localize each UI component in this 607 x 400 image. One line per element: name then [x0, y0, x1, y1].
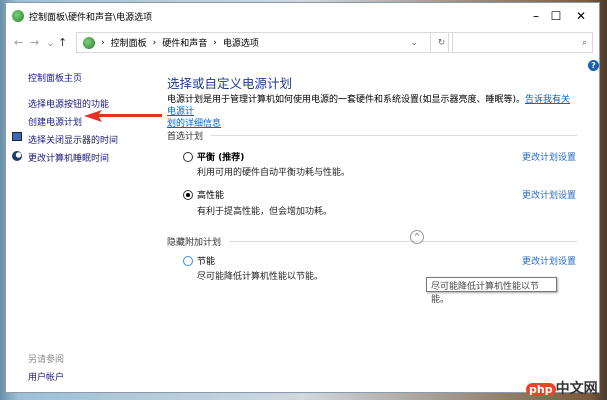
sidebar-home-link[interactable]: 控制面板主页 [28, 71, 82, 84]
power-plan-info-link-cont[interactable]: 划的详细信息 [167, 119, 221, 129]
description-text: 电源计划是用于管理计算机如何使用电源的一套硬件和系统设置(如显示器亮度、睡眠等)… [167, 95, 526, 105]
search-input[interactable]: ⌕ [448, 32, 593, 53]
help-icon[interactable]: ? [588, 60, 599, 71]
breadcrumb-hardware-sound[interactable]: 硬件和声音 [162, 36, 207, 49]
preferred-plans-header: 首选计划 [167, 129, 577, 142]
recent-locations-button[interactable]: ⌄ [46, 36, 58, 49]
up-button[interactable]: ↑ [58, 36, 74, 49]
plan-high-performance-radio[interactable] [183, 190, 193, 200]
plan-balanced-name[interactable]: 平衡 (推荐) [197, 150, 244, 163]
address-dropdown-button[interactable]: ⌄ [410, 38, 418, 48]
separator: › [101, 37, 105, 48]
moon-icon [12, 151, 22, 161]
sidebar-item-sleep[interactable]: 更改计算机睡眠时间 [28, 151, 109, 164]
user-accounts-link[interactable]: 用户帐户 [28, 370, 64, 383]
watermark-logo: php 中文网 [526, 378, 598, 398]
address-bar[interactable]: › 控制面板 › 硬件和声音 › 电源选项 ⌄ [76, 32, 431, 53]
window: 控制面板\硬件和声音\电源选项 – ☐ ✕ ← → ⌄ ↑ › 控制面板 › 硬… [5, 2, 600, 393]
navigation-bar: ← → ⌄ ↑ › 控制面板 › 硬件和声音 › 电源选项 ⌄ ↻ ⌕ [6, 29, 599, 55]
separator: › [152, 37, 157, 48]
collapse-hidden-plans-button[interactable]: ^ [410, 230, 424, 244]
page-description: 电源计划是用于管理计算机如何使用电源的一套硬件和系统设置(如显示器亮度、睡眠等)… [167, 94, 577, 130]
display-clock-icon [12, 132, 22, 141]
search-icon: ⌕ [581, 37, 587, 48]
group-label: 首选计划 [167, 132, 204, 142]
plan-high-performance-name[interactable]: 高性能 [197, 188, 224, 201]
breadcrumb-control-panel[interactable]: 控制面板 [111, 36, 147, 49]
red-arrow-annotation [84, 110, 162, 122]
sidebar-item-display-off[interactable]: 选择关闭显示器的时间 [28, 133, 118, 146]
tooltip: 尽可能降低计算机性能以节能。 [426, 277, 557, 305]
plan-power-saver-name[interactable]: 节能 [197, 254, 215, 267]
plan-balanced-radio[interactable] [183, 152, 193, 162]
sidebar-item-create-plan[interactable]: 创建电源计划 [28, 115, 82, 128]
breadcrumb-power-options[interactable]: 电源选项 [223, 36, 259, 49]
change-plan-balanced-link[interactable]: 更改计划设置 [522, 150, 576, 163]
separator: › [213, 37, 217, 48]
see-also-label: 另请参阅 [28, 355, 65, 365]
plan-power-saver-radio[interactable] [183, 256, 193, 266]
plan-high-performance-desc: 有利于提高性能，但会增加功耗。 [197, 207, 333, 217]
back-button[interactable]: ← [14, 36, 30, 49]
change-plan-power-saver-link[interactable]: 更改计划设置 [522, 254, 576, 267]
close-button[interactable]: ✕ [561, 3, 601, 29]
hidden-plans-header: 隐藏附加计划 [167, 235, 577, 248]
window-title: 控制面板\硬件和声音\电源选项 [29, 12, 153, 23]
group-label: 隐藏附加计划 [167, 238, 222, 248]
change-plan-high-performance-link[interactable]: 更改计划设置 [522, 188, 576, 201]
control-panel-icon [83, 36, 95, 49]
plan-balanced-desc: 利用可用的硬件自动平衡功耗与性能。 [197, 168, 351, 178]
title-bar: 控制面板\硬件和声音\电源选项 – ☐ ✕ [6, 3, 599, 29]
forward-button[interactable]: → [30, 36, 46, 49]
page-title: 选择或自定义电源计划 [167, 76, 293, 91]
plan-power-saver-desc: 尽可能降低计算机性能以节能。 [197, 272, 324, 282]
control-panel-icon [12, 10, 24, 22]
